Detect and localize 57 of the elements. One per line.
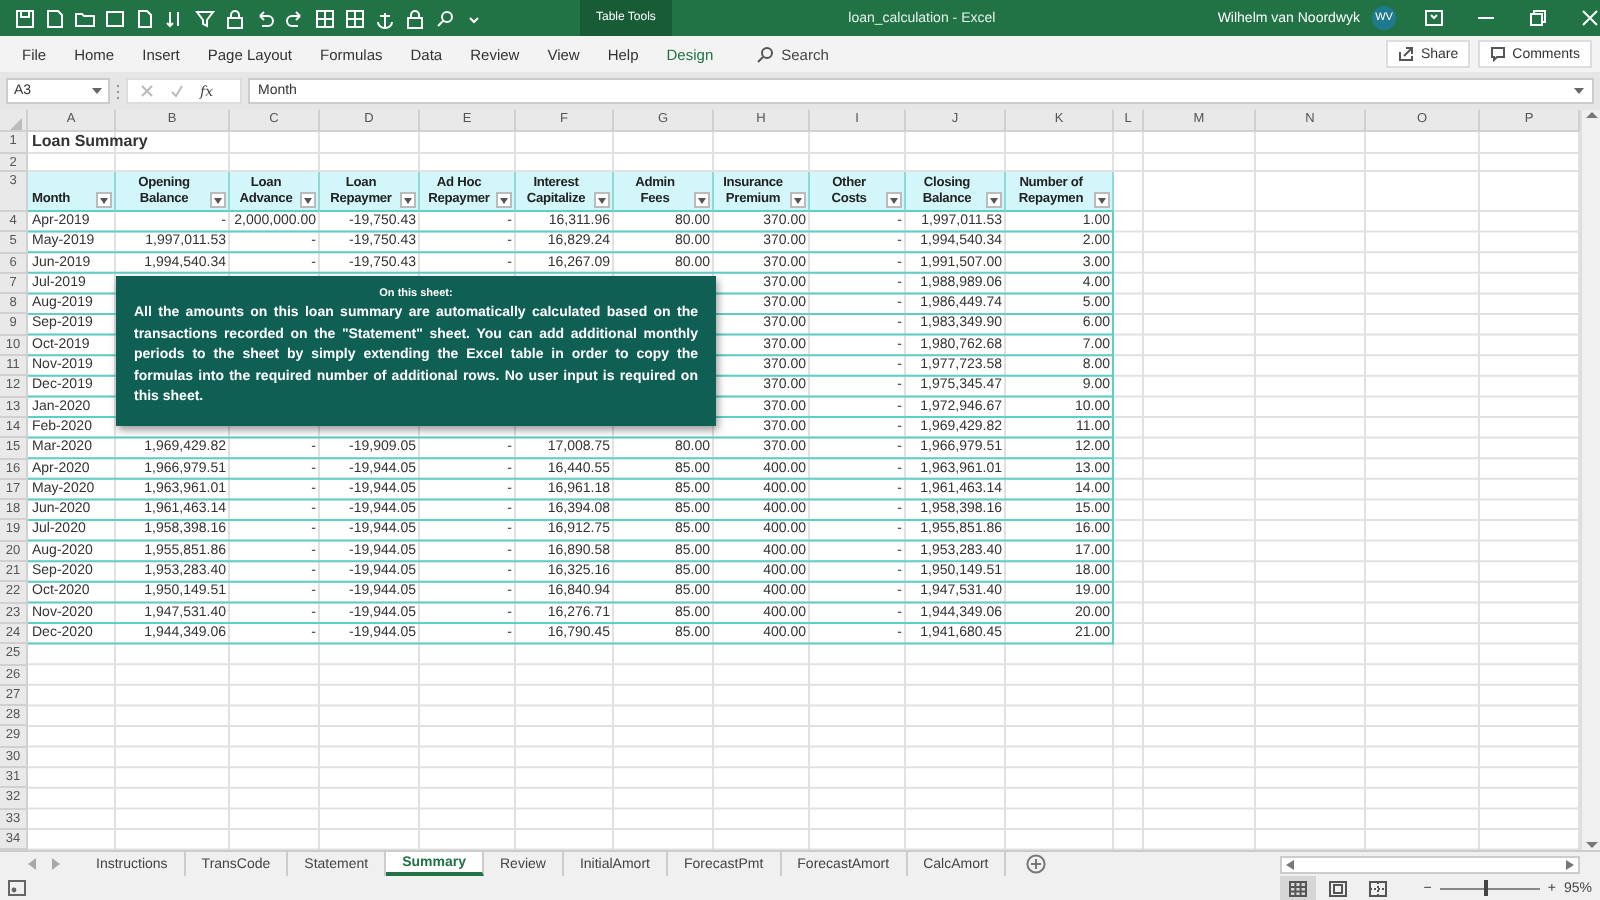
grid-icon <box>1287 879 1308 897</box>
caret-icon <box>698 197 706 203</box>
caret-icon <box>890 197 898 203</box>
filter-button[interactable] <box>986 192 1002 208</box>
caret-icon <box>1098 197 1106 203</box>
close-icon[interactable] <box>1580 8 1600 28</box>
filter-button[interactable] <box>790 192 806 208</box>
restore-icon[interactable] <box>1528 8 1548 28</box>
filter-button[interactable] <box>96 192 112 208</box>
filter-button[interactable] <box>1094 192 1110 208</box>
add-sheet-icon[interactable] <box>1026 854 1047 874</box>
vertical-scrollbar[interactable] <box>1580 110 1600 850</box>
anchor-icon[interactable] <box>374 7 396 29</box>
caret-icon <box>794 197 802 203</box>
filter-button[interactable] <box>594 192 610 208</box>
lock-icon[interactable] <box>404 7 426 29</box>
scroll-left-icon[interactable] <box>1286 859 1294 869</box>
grid-icon[interactable] <box>344 7 366 29</box>
page-icon <box>1327 879 1348 897</box>
filter-button[interactable] <box>496 192 512 208</box>
caret-icon <box>990 197 998 203</box>
grid-icon[interactable] <box>314 7 336 29</box>
filter-button[interactable] <box>300 192 316 208</box>
caret-icon <box>500 197 508 203</box>
share-icon <box>1398 46 1415 62</box>
filter-button[interactable] <box>886 192 902 208</box>
expand-icon[interactable] <box>1574 87 1584 95</box>
search-icon <box>755 45 774 63</box>
caret-icon <box>92 87 102 95</box>
undo-icon[interactable] <box>254 7 276 29</box>
caret-icon <box>214 197 222 203</box>
filter-button[interactable] <box>400 192 416 208</box>
check-icon[interactable] <box>170 84 184 98</box>
caret-icon <box>598 197 606 203</box>
scroll-right-icon[interactable] <box>1566 859 1574 869</box>
redo-icon[interactable] <box>284 7 306 29</box>
document-icon[interactable] <box>134 7 156 29</box>
filter-button[interactable] <box>210 192 226 208</box>
macro-record-icon <box>8 880 26 896</box>
normal-view-button[interactable] <box>1279 876 1316 900</box>
sheet-title: Loan Summary <box>30 132 150 154</box>
filter-button[interactable] <box>694 192 710 208</box>
caret-icon <box>304 197 312 203</box>
ribbon-display-icon[interactable] <box>1424 8 1444 28</box>
save-icon[interactable] <box>14 7 36 29</box>
lock-icon[interactable] <box>224 7 246 29</box>
slider-thumb[interactable] <box>1483 880 1488 896</box>
search-icon[interactable] <box>434 7 456 29</box>
caret-icon <box>100 197 108 203</box>
comment-icon <box>1490 46 1507 62</box>
filter-icon[interactable] <box>194 7 216 29</box>
folder-icon[interactable] <box>74 7 96 29</box>
horizontal-scrollbar[interactable] <box>1280 855 1580 873</box>
window-icon[interactable] <box>104 7 126 29</box>
caret-icon <box>404 197 412 203</box>
page-grid-icon <box>1367 879 1388 897</box>
document-icon[interactable] <box>44 7 66 29</box>
